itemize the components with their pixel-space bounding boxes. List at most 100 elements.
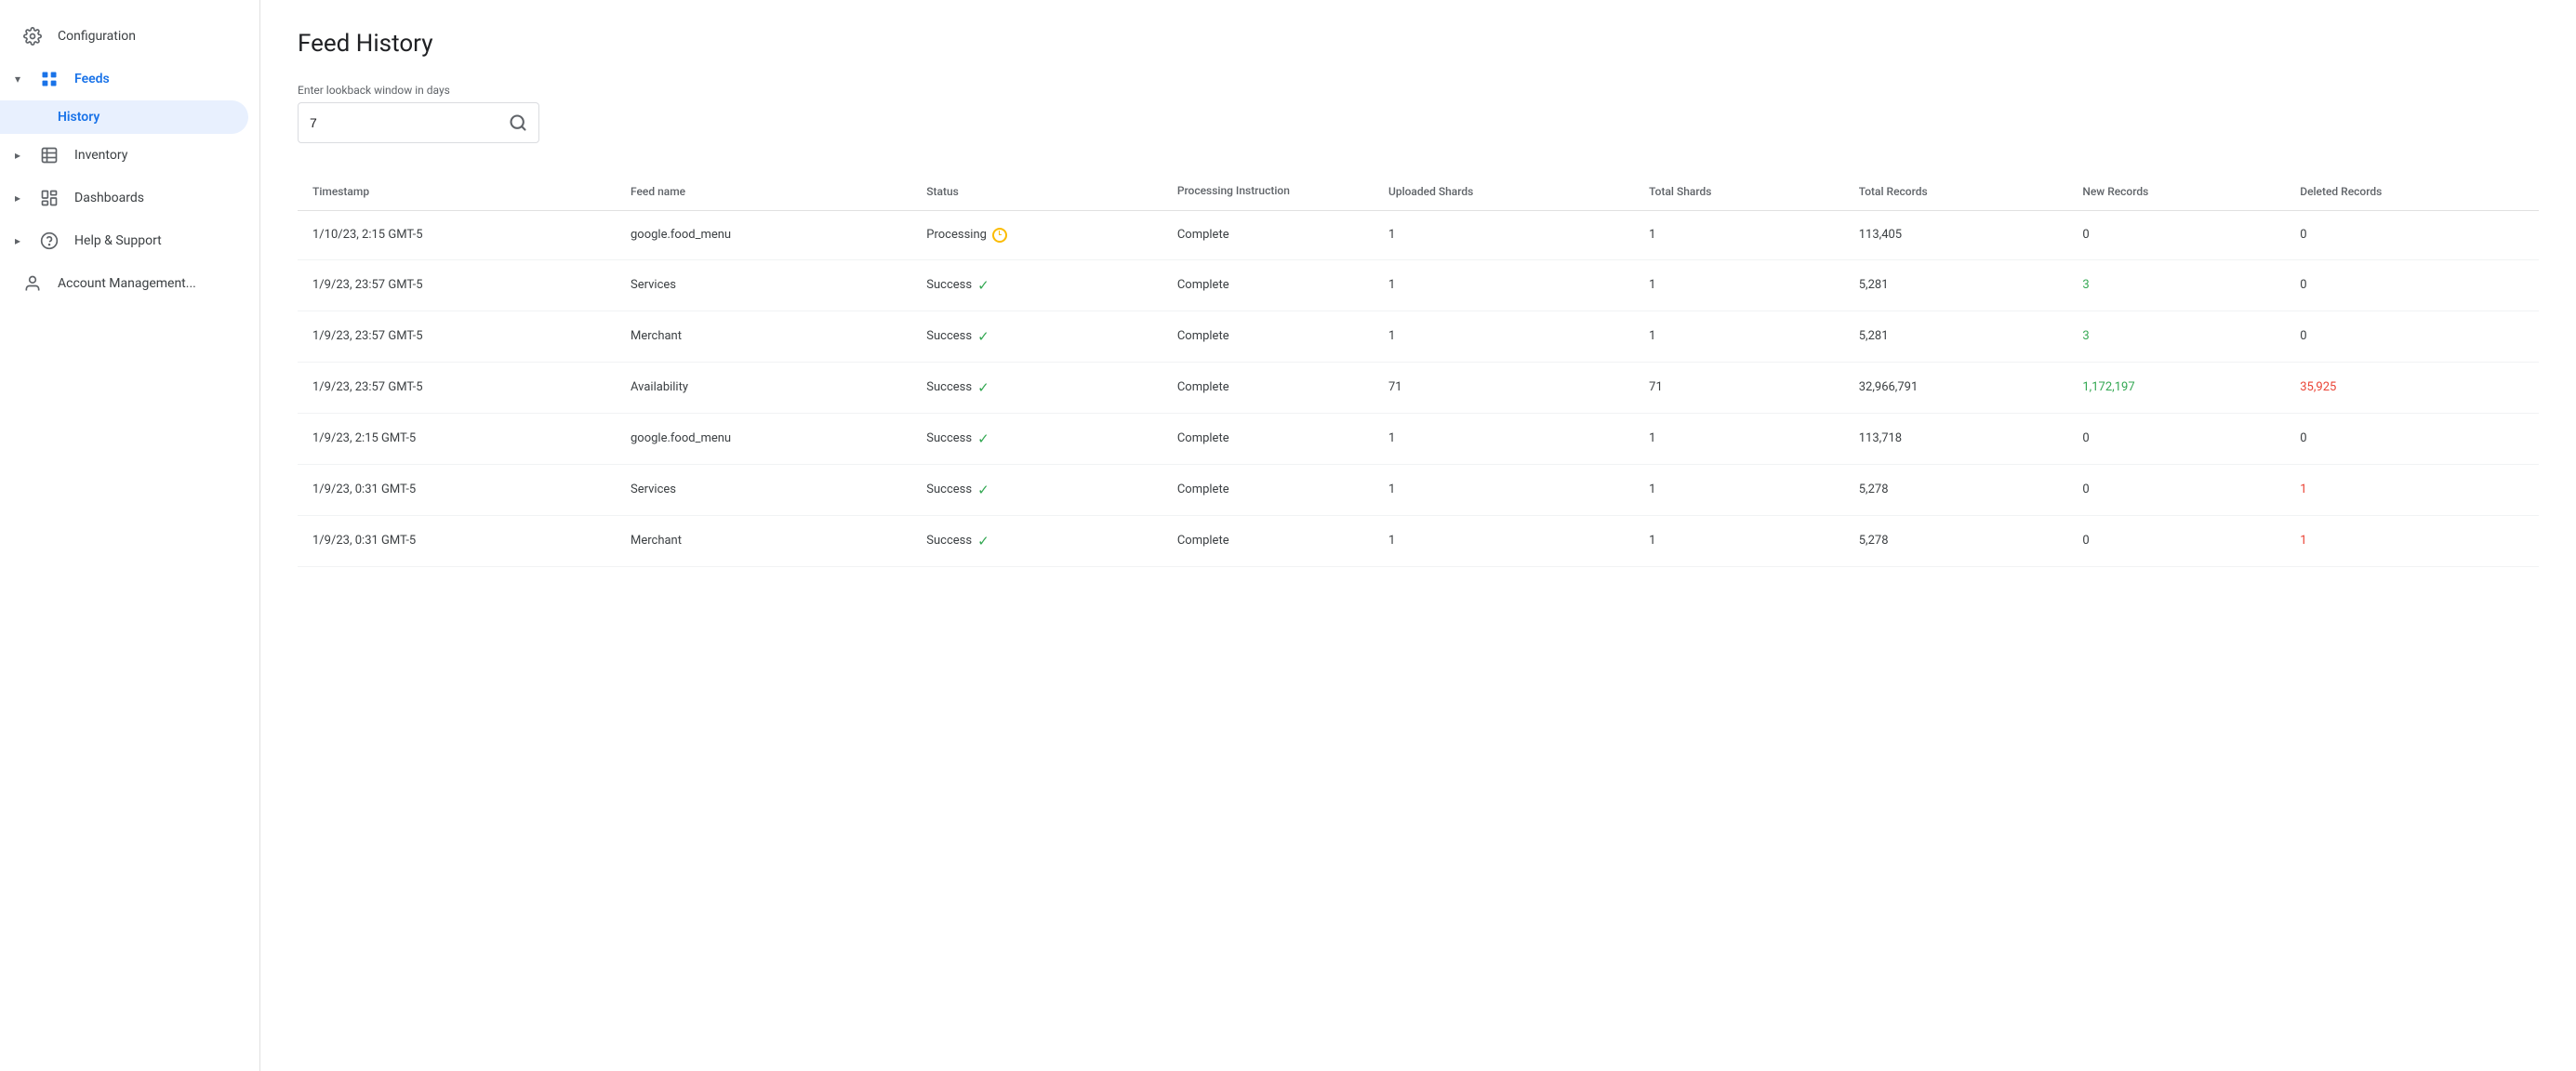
search-button[interactable]: [509, 113, 527, 132]
cell-total-shards: 1: [1634, 515, 1844, 566]
cell-deleted-records: 1: [2285, 464, 2539, 515]
status-text: Success: [926, 329, 972, 343]
cell-feed-name: Services: [616, 464, 911, 515]
cell-feed-name: google.food_menu: [616, 210, 911, 259]
chevron-right-icon3: ▸: [15, 234, 20, 247]
table-container: Timestamp Feed name Status Processing In…: [298, 173, 2539, 567]
cell-new-records: 0: [2067, 515, 2285, 566]
sidebar-item-account-label: Account Management...: [58, 276, 196, 291]
cell-feed-name: Availability: [616, 362, 911, 413]
cell-total-shards: 1: [1634, 259, 1844, 311]
cell-uploaded-shards: 71: [1374, 362, 1634, 413]
table-row: 1/9/23, 23:57 GMT-5 Availability Success…: [298, 362, 2539, 413]
grid-icon: [39, 69, 60, 89]
cell-timestamp: 1/9/23, 23:57 GMT-5: [298, 259, 616, 311]
col-processing-instruction: Processing Instruction: [1162, 173, 1374, 210]
deleted-records-value: 0: [2300, 228, 2306, 242]
cell-total-records: 113,718: [1844, 413, 2068, 464]
cell-new-records: 0: [2067, 413, 2285, 464]
cell-processing-instruction: Complete: [1162, 311, 1374, 362]
cell-feed-name: google.food_menu: [616, 413, 911, 464]
search-icon: [509, 113, 527, 132]
cell-status: Success ✓: [911, 362, 1162, 413]
cell-status: Success ✓: [911, 464, 1162, 515]
cell-deleted-records: 0: [2285, 311, 2539, 362]
lookback-label: Enter lookback window in days: [298, 84, 2539, 97]
cell-status: Processing: [911, 210, 1162, 259]
check-icon: ✓: [977, 328, 989, 345]
cell-uploaded-shards: 1: [1374, 464, 1634, 515]
cell-status: Success ✓: [911, 515, 1162, 566]
status-text: Success: [926, 278, 972, 292]
cell-status: Success ✓: [911, 259, 1162, 311]
cell-processing-instruction: Complete: [1162, 464, 1374, 515]
sidebar-item-inventory[interactable]: ▸ Inventory: [0, 134, 248, 177]
cell-new-records: 3: [2067, 311, 2285, 362]
cell-processing-instruction: Complete: [1162, 515, 1374, 566]
cell-deleted-records: 0: [2285, 259, 2539, 311]
cell-processing-instruction: Complete: [1162, 413, 1374, 464]
new-records-value: 1,172,197: [2082, 380, 2134, 394]
cell-timestamp: 1/10/23, 2:15 GMT-5: [298, 210, 616, 259]
help-icon: [39, 231, 60, 251]
table-row: 1/9/23, 0:31 GMT-5 Services Success ✓ Co…: [298, 464, 2539, 515]
cell-total-records: 5,281: [1844, 259, 2068, 311]
cell-new-records: 0: [2067, 464, 2285, 515]
check-icon: ✓: [977, 482, 989, 498]
account-icon: [22, 273, 43, 294]
sidebar-item-dashboards[interactable]: ▸ Dashboards: [0, 177, 248, 219]
cell-deleted-records: 35,925: [2285, 362, 2539, 413]
col-status: Status: [911, 173, 1162, 210]
cell-new-records: 1,172,197: [2067, 362, 2285, 413]
main-content: Feed History Enter lookback window in da…: [260, 0, 2576, 1071]
chevron-right-icon: ▸: [15, 149, 20, 162]
sidebar-item-inventory-label: Inventory: [74, 148, 127, 163]
cell-feed-name: Merchant: [616, 311, 911, 362]
lookback-input-wrap: [298, 102, 539, 143]
col-uploaded-shards: Uploaded Shards: [1374, 173, 1634, 210]
sidebar-item-account[interactable]: Account Management...: [0, 262, 248, 305]
new-records-value: 3: [2082, 329, 2089, 343]
table-row: 1/9/23, 23:57 GMT-5 Services Success ✓ C…: [298, 259, 2539, 311]
new-records-value: 0: [2082, 483, 2089, 496]
sidebar: Configuration ▾ Feeds History ▸ Invento: [0, 0, 260, 1071]
col-timestamp: Timestamp: [298, 173, 616, 210]
cell-total-records: 5,278: [1844, 515, 2068, 566]
new-records-value: 0: [2082, 228, 2089, 242]
table-row: 1/9/23, 0:31 GMT-5 Merchant Success ✓ Co…: [298, 515, 2539, 566]
table-body: 1/10/23, 2:15 GMT-5 google.food_menu Pro…: [298, 210, 2539, 566]
sidebar-item-configuration[interactable]: Configuration: [0, 15, 248, 58]
cell-status: Success ✓: [911, 413, 1162, 464]
cell-timestamp: 1/9/23, 0:31 GMT-5: [298, 515, 616, 566]
cell-deleted-records: 0: [2285, 210, 2539, 259]
cell-new-records: 3: [2067, 259, 2285, 311]
status-text: Success: [926, 483, 972, 496]
sidebar-item-help-label: Help & Support: [74, 233, 162, 248]
cell-uploaded-shards: 1: [1374, 311, 1634, 362]
cell-uploaded-shards: 1: [1374, 515, 1634, 566]
deleted-records-value: 35,925: [2300, 380, 2336, 394]
lookback-input[interactable]: [310, 115, 509, 130]
deleted-records-value: 0: [2300, 278, 2306, 292]
status-text: Success: [926, 431, 972, 445]
cell-feed-name: Merchant: [616, 515, 911, 566]
sidebar-item-feeds[interactable]: ▾ Feeds: [0, 58, 248, 100]
check-icon: ✓: [977, 430, 989, 447]
new-records-value: 0: [2082, 431, 2089, 445]
sidebar-item-help-support[interactable]: ▸ Help & Support: [0, 219, 248, 262]
cell-timestamp: 1/9/23, 2:15 GMT-5: [298, 413, 616, 464]
deleted-records-value: 0: [2300, 431, 2306, 445]
col-deleted-records: Deleted Records: [2285, 173, 2539, 210]
page-title: Feed History: [298, 30, 2539, 58]
deleted-records-value: 1: [2300, 483, 2306, 496]
cell-deleted-records: 1: [2285, 515, 2539, 566]
status-text: Success: [926, 380, 972, 394]
check-icon: ✓: [977, 379, 989, 396]
col-new-records: New Records: [2067, 173, 2285, 210]
cell-timestamp: 1/9/23, 23:57 GMT-5: [298, 311, 616, 362]
cell-timestamp: 1/9/23, 23:57 GMT-5: [298, 362, 616, 413]
sidebar-item-dashboards-label: Dashboards: [74, 191, 144, 205]
sidebar-item-history-label: History: [58, 110, 100, 125]
cell-total-shards: 1: [1634, 210, 1844, 259]
sidebar-item-history[interactable]: History: [0, 100, 248, 134]
